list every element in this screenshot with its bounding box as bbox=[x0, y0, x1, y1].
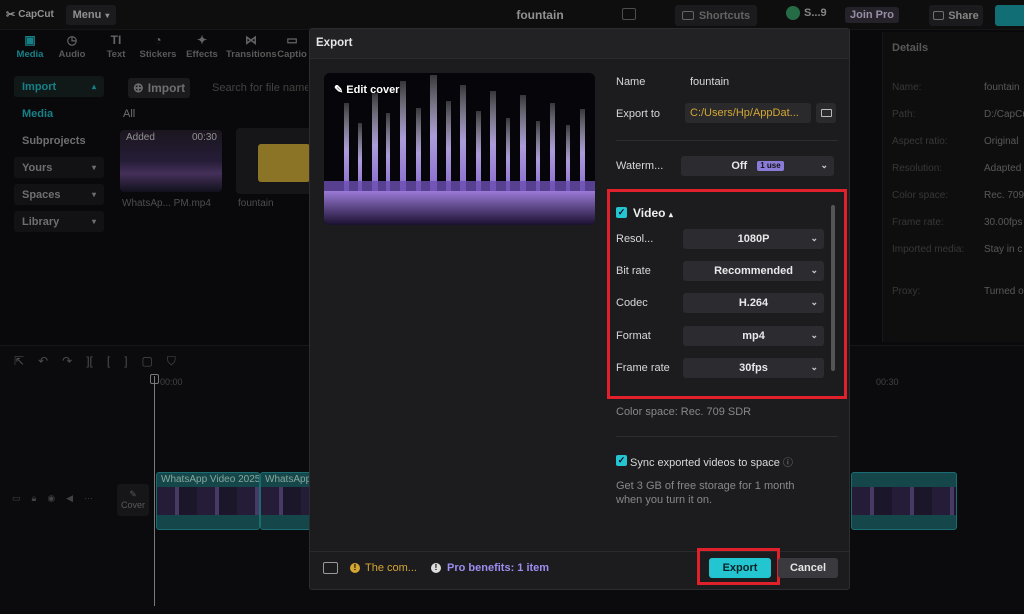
chevron-down-icon: ⌄ bbox=[810, 297, 818, 307]
divider bbox=[616, 140, 838, 141]
resolution-select[interactable]: 1080P ⌄ bbox=[683, 229, 824, 249]
format-select[interactable]: mp4 ⌄ bbox=[683, 326, 824, 346]
bitrate-select[interactable]: Recommended ⌄ bbox=[683, 261, 824, 281]
name-field[interactable]: fountain bbox=[690, 76, 729, 88]
format-value: mp4 bbox=[742, 330, 765, 342]
info-icon: ! bbox=[431, 563, 441, 573]
sync-label-text: Sync exported videos to space bbox=[630, 457, 780, 469]
storage-note: Get 3 GB of free storage for 1 month whe… bbox=[616, 480, 795, 506]
cancel-button[interactable]: Cancel bbox=[778, 558, 838, 578]
video-section-header[interactable]: Video ▴ bbox=[633, 206, 673, 220]
film-icon[interactable] bbox=[323, 562, 338, 574]
info-icon[interactable]: ⓘ bbox=[783, 458, 793, 469]
dialog-header bbox=[310, 29, 849, 59]
browse-folder-button[interactable] bbox=[816, 103, 836, 123]
warning-message[interactable]: ! The com... bbox=[350, 562, 417, 574]
warning-icon: ! bbox=[350, 563, 360, 573]
codec-select[interactable]: H.264 ⌄ bbox=[683, 293, 824, 313]
use-badge: 1 use bbox=[757, 161, 784, 171]
framerate-select[interactable]: 30fps ⌄ bbox=[683, 358, 824, 378]
chevron-down-icon: ⌄ bbox=[810, 330, 818, 340]
settings-scrollbar[interactable] bbox=[831, 205, 835, 371]
resolution-label: Resol... bbox=[616, 233, 654, 245]
watermark-label: Waterm... bbox=[616, 160, 664, 172]
export-path-field[interactable]: C:/Users/Hp/AppDat... bbox=[685, 103, 811, 123]
warning-text: The com... bbox=[365, 562, 417, 574]
export-to-label: Export to bbox=[616, 108, 661, 120]
dialog-title: Export bbox=[316, 37, 353, 49]
cover-preview[interactable]: ✎ Edit cover bbox=[324, 73, 595, 225]
edit-cover-label: Edit cover bbox=[346, 84, 400, 96]
color-space-text: Color space: Rec. 709 SDR bbox=[616, 406, 752, 418]
sync-label: Sync exported videos to space ⓘ bbox=[630, 454, 793, 469]
export-button[interactable]: Export bbox=[709, 558, 771, 578]
format-label: Format bbox=[616, 330, 651, 342]
name-label: Name bbox=[616, 76, 646, 88]
chevron-down-icon: ⌄ bbox=[810, 265, 818, 275]
chevron-down-icon: ⌄ bbox=[810, 233, 818, 243]
sync-checkbox[interactable]: ✓ bbox=[616, 455, 627, 466]
pro-benefits[interactable]: ! Pro benefits: 1 item bbox=[431, 562, 549, 574]
bitrate-value: Recommended bbox=[714, 265, 793, 277]
chevron-up-icon: ▴ bbox=[668, 210, 673, 219]
chevron-down-icon: ⌄ bbox=[820, 160, 828, 170]
codec-label: Codec bbox=[616, 297, 648, 309]
pro-benefits-text: Pro benefits: 1 item bbox=[447, 562, 550, 574]
video-checkbox[interactable]: ✓ bbox=[616, 207, 627, 218]
codec-value: H.264 bbox=[738, 297, 769, 309]
framerate-label: Frame rate bbox=[616, 362, 670, 374]
divider bbox=[616, 436, 838, 437]
resolution-value: 1080P bbox=[737, 233, 770, 245]
watermark-value: Off bbox=[731, 160, 748, 172]
video-header-label: Video bbox=[633, 206, 666, 220]
watermark-select[interactable]: Off 1 use ⌄ bbox=[681, 156, 834, 176]
folder-icon bbox=[821, 109, 832, 117]
bitrate-label: Bit rate bbox=[616, 265, 651, 277]
edit-cover-button[interactable]: ✎ Edit cover bbox=[334, 83, 399, 96]
framerate-value: 30fps bbox=[739, 362, 768, 374]
export-dialog: Export ✎ Edit cover Name fountain Export… bbox=[309, 28, 850, 590]
chevron-down-icon: ⌄ bbox=[810, 362, 818, 372]
